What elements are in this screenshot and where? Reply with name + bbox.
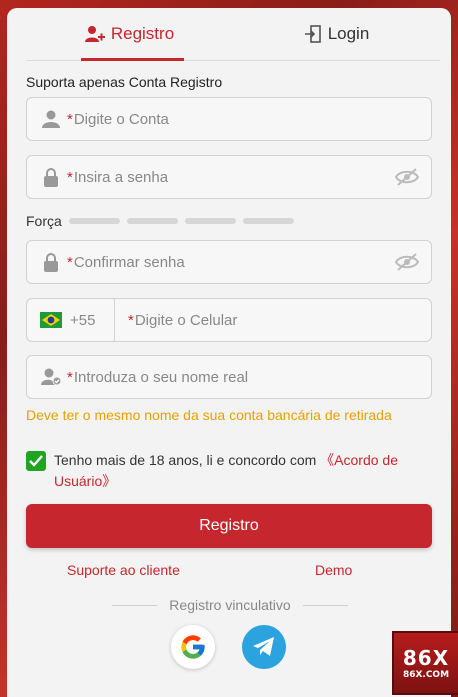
required-mark: *: [128, 311, 134, 329]
tab-register-label: Registro: [110, 24, 175, 43]
required-mark: *: [67, 168, 73, 186]
real-name-input[interactable]: *Introduza o seu nome real: [26, 355, 432, 399]
brand-logo-text: 86X: [402, 646, 450, 670]
strength-bar: [242, 218, 294, 224]
phone-placeholder: Digite o Celular: [134, 311, 238, 329]
social-divider-text: Registro vinculativo: [169, 597, 291, 613]
age-agreement: Tenho mais de 18 anos, li e concordo com…: [26, 450, 426, 492]
password-input[interactable]: *Insira a senha: [26, 155, 432, 199]
strength-label: Força: [26, 213, 62, 229]
demo-link[interactable]: Demo: [315, 562, 352, 578]
telegram-icon: [253, 637, 274, 656]
account-type-note: Suporta apenas Conta Registro: [26, 74, 223, 90]
strength-bar: [184, 218, 236, 224]
required-mark: *: [67, 110, 73, 128]
real-name-placeholder: Introduza o seu nome real: [73, 368, 249, 386]
required-mark: *: [67, 368, 73, 386]
login-door-icon: [304, 25, 321, 43]
tab-register[interactable]: Registro: [26, 8, 233, 61]
confirm-placeholder: Confirmar senha: [73, 253, 185, 271]
user-icon: [41, 109, 61, 129]
google-login-button[interactable]: [171, 625, 215, 669]
eye-hidden-icon[interactable]: [394, 167, 420, 192]
password-placeholder: Insira a senha: [73, 168, 169, 186]
add-user-icon: [84, 26, 105, 42]
brand-logo: 86X 86X.COM: [392, 631, 458, 695]
checkmark-icon: [29, 455, 43, 467]
telegram-login-button[interactable]: [242, 625, 286, 669]
lock-icon: [41, 252, 61, 272]
customer-support-link[interactable]: Suporte ao cliente: [67, 562, 180, 578]
brand-logo-domain: 86X.COM: [402, 670, 450, 680]
social-divider: Registro vinculativo: [110, 597, 350, 613]
agreement-text: Tenho mais de 18 anos, li e concordo com: [54, 452, 321, 468]
strength-bar: [126, 218, 178, 224]
google-icon: [181, 635, 205, 659]
country-code-selector[interactable]: +55: [27, 299, 115, 341]
brazil-flag-icon: [40, 312, 62, 328]
password-strength: Força: [26, 213, 294, 229]
name-warning: Deve ter o mesmo nome da sua conta bancá…: [26, 407, 392, 423]
account-placeholder: Digite o Conta: [73, 110, 169, 128]
account-input[interactable]: *Digite o Conta: [26, 97, 432, 141]
agreement-checkbox[interactable]: [26, 451, 46, 471]
tab-login[interactable]: Login: [233, 8, 440, 60]
tab-login-label: Login: [327, 24, 370, 43]
eye-hidden-icon[interactable]: [394, 252, 420, 277]
register-modal: Registro Login Suporta apenas Conta Regi…: [7, 8, 451, 697]
required-mark: *: [67, 253, 73, 271]
auth-tabs: Registro Login: [26, 8, 440, 61]
user-verified-icon: [41, 367, 61, 387]
confirm-password-input[interactable]: *Confirmar senha: [26, 240, 432, 284]
country-code: +55: [70, 311, 96, 329]
lock-icon: [41, 167, 61, 187]
phone-input[interactable]: +55 *Digite o Celular: [26, 298, 432, 342]
strength-bar: [68, 218, 120, 224]
register-submit-button[interactable]: Registro: [26, 504, 432, 548]
